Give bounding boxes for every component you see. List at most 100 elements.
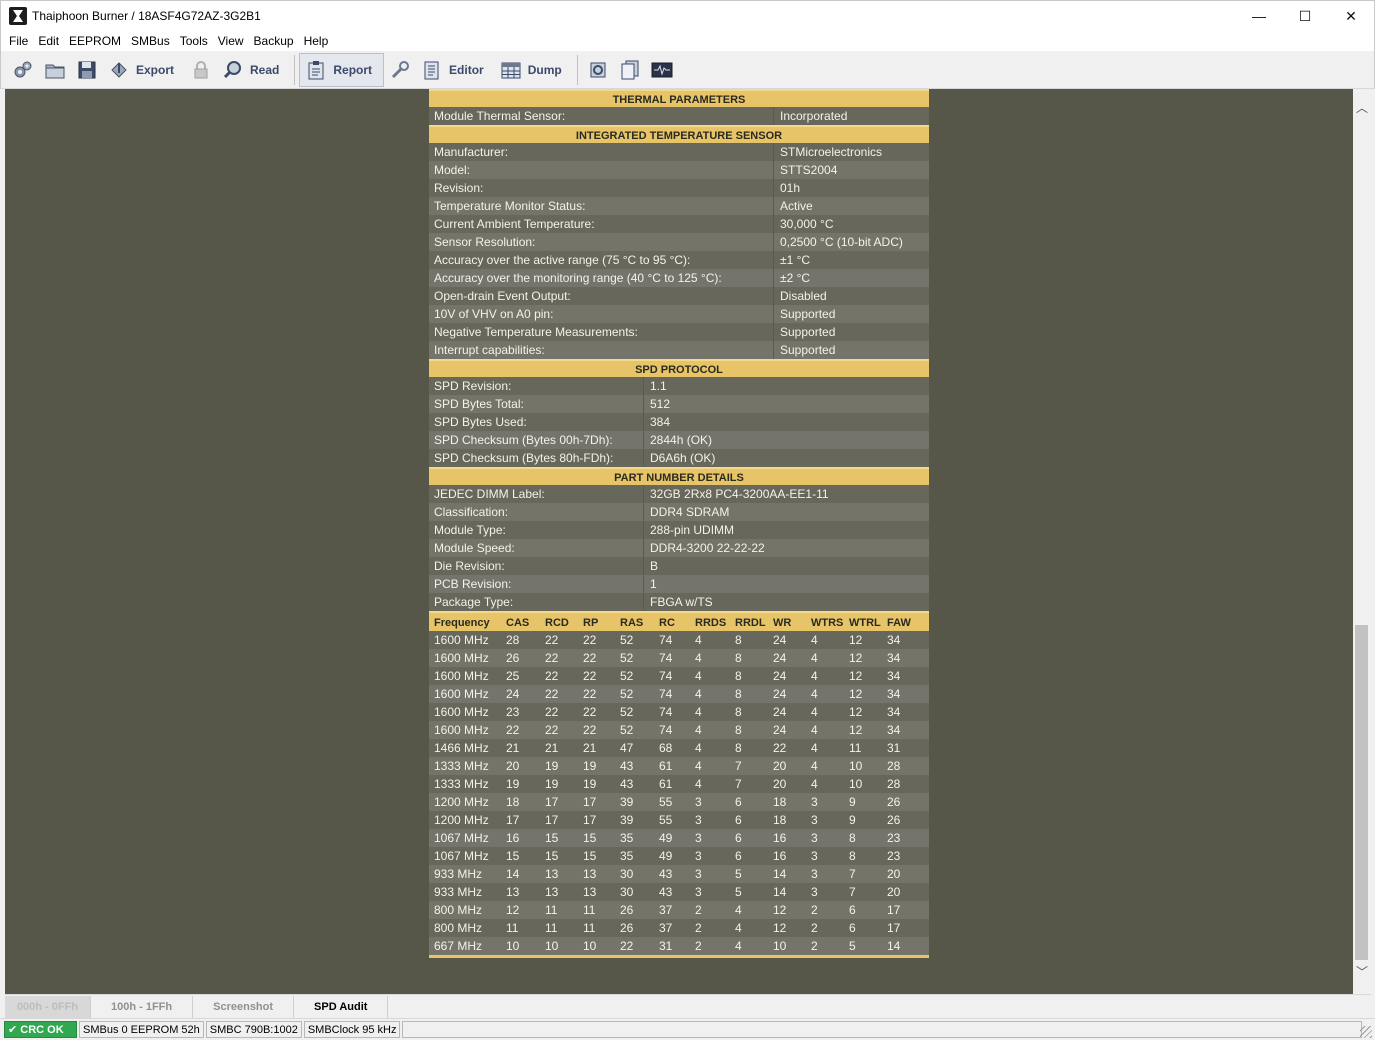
timings-cell: 35: [620, 849, 634, 863]
export-icon: [111, 61, 127, 78]
timings-cell: 15: [545, 849, 559, 863]
scrollbar-thumb[interactable]: [1355, 625, 1368, 960]
timings-cell: 74: [659, 723, 673, 737]
timings-cell: 18: [773, 813, 787, 827]
export-label: Export: [136, 62, 175, 77]
timings-column-header: WTRS: [811, 617, 844, 629]
timings-cell: 68: [659, 741, 673, 755]
app-icon: [9, 7, 27, 25]
tab-100h-1ffh[interactable]: 100h - 1FFh: [91, 995, 194, 1018]
row-key: Interrupt capabilities:: [429, 341, 774, 359]
timings-cell: 17: [545, 795, 559, 809]
row-key: Temperature Monitor Status:: [429, 197, 774, 215]
chip-info-button[interactable]: [582, 54, 614, 86]
timings-cell: 7: [849, 867, 856, 881]
timings-cell: 4: [735, 903, 742, 917]
editor-label: Editor: [449, 62, 484, 77]
menu-help[interactable]: Help: [299, 31, 334, 51]
save-disk-icon: [78, 61, 96, 78]
timings-cell: 17: [583, 813, 597, 827]
timings-row: 1200 MHz 17 17 17 39 55 3 6 18 3 9 26: [429, 811, 929, 829]
timings-cell: 22: [545, 723, 559, 737]
maximize-button[interactable]: ☐: [1282, 1, 1328, 32]
timings-cell: 1600 MHz: [434, 669, 489, 683]
tab-screenshot[interactable]: Screenshot: [193, 995, 295, 1018]
menu-edit[interactable]: Edit: [33, 31, 64, 51]
timings-cell: 20: [506, 759, 520, 773]
timings-cell: 12: [849, 633, 863, 647]
timings-row: 1067 MHz 15 15 15 35 49 3 6 16 3 8 23: [429, 847, 929, 865]
report-button[interactable]: Report: [299, 52, 385, 87]
settings-button[interactable]: [7, 54, 39, 86]
row-key: Current Ambient Temperature:: [429, 215, 774, 233]
scroll-down-arrow-icon[interactable]: ﹀: [1356, 966, 1368, 978]
timings-cell: 6: [849, 903, 856, 917]
report-row: Accuracy over the monitoring range (40 °…: [429, 269, 929, 287]
row-value: 288-pin UDIMM: [650, 523, 735, 537]
read-button[interactable]: Read: [217, 54, 290, 86]
menu-eeprom[interactable]: EEPROM: [64, 31, 126, 51]
tab-000h-0ffh[interactable]: 000h - 0FFh: [5, 995, 91, 1018]
timings-cell: 10: [583, 939, 597, 953]
export-button[interactable]: Export: [103, 54, 185, 86]
timings-column-header: RCD: [545, 617, 569, 629]
tab-spd-audit[interactable]: SPD Audit: [294, 995, 389, 1018]
report-viewport[interactable]: THERMAL PARAMETERS Module Thermal Sensor:…: [5, 89, 1353, 994]
window-title: Thaiphoon Burner / 18ASF4G72AZ-3G2B1: [32, 9, 261, 23]
timings-cell: 1600 MHz: [434, 633, 489, 647]
report-row: Current Ambient Temperature: 30,000 °C: [429, 215, 929, 233]
toolbar: Export Read Report Editor Dump: [0, 51, 1375, 89]
menu-backup[interactable]: Backup: [249, 31, 299, 51]
documents-button[interactable]: [614, 54, 646, 86]
timings-cell: 13: [545, 885, 559, 899]
timings-cell: 37: [659, 903, 673, 917]
timings-cell: 14: [506, 867, 520, 881]
timings-row: 1466 MHz 21 21 21 47 68 4 8 22 4 11 31: [429, 739, 929, 757]
timings-cell: 22: [620, 939, 634, 953]
waveform-icon: [651, 62, 673, 77]
menu-smbus[interactable]: SMBus: [126, 31, 175, 51]
timings-cell: 4: [735, 921, 742, 935]
report-row: SPD Bytes Used: 384: [429, 413, 929, 431]
timings-cell: 74: [659, 651, 673, 665]
timings-cell: 21: [583, 741, 597, 755]
close-button[interactable]: ✕: [1328, 1, 1374, 32]
report-row: Module Thermal Sensor: Incorporated: [429, 107, 929, 125]
timings-cell: 12: [849, 723, 863, 737]
timings-cell: 6: [735, 849, 742, 863]
scroll-up-arrow-icon[interactable]: ︿: [1356, 102, 1368, 114]
dump-button[interactable]: Dump: [495, 54, 573, 86]
minimize-button[interactable]: —: [1236, 1, 1282, 32]
clipboard-icon: [308, 60, 324, 79]
timings-cell: 12: [773, 921, 787, 935]
save-button[interactable]: [71, 54, 103, 86]
timings-cell: 23: [887, 831, 901, 845]
row-value: Active: [780, 199, 813, 213]
timings-cell: 16: [773, 831, 787, 845]
menu-view[interactable]: View: [213, 31, 249, 51]
timings-cell: 17: [545, 813, 559, 827]
timings-cell: 13: [545, 867, 559, 881]
open-button[interactable]: [39, 54, 71, 86]
waveform-button[interactable]: [646, 54, 678, 86]
timings-cell: 14: [773, 867, 787, 881]
timings-cell: 1600 MHz: [434, 705, 489, 719]
menu-tools[interactable]: Tools: [175, 31, 213, 51]
timings-cell: 19: [506, 777, 520, 791]
tools-button[interactable]: [384, 54, 416, 86]
lock-button[interactable]: [185, 54, 217, 86]
editor-button[interactable]: Editor: [416, 54, 495, 86]
row-value: 1.1: [650, 379, 667, 393]
title-bar: Thaiphoon Burner / 18ASF4G72AZ-3G2B1 — ☐…: [0, 0, 1375, 31]
menu-file[interactable]: File: [4, 31, 33, 51]
resize-grip-icon[interactable]: [1360, 1026, 1372, 1038]
toolbar-separator: [576, 54, 578, 85]
row-value: 2844h (OK): [650, 433, 713, 447]
row-key: Module Type:: [429, 521, 644, 539]
timings-cell: 2: [811, 903, 818, 917]
timings-column-header: WR: [773, 617, 792, 629]
timings-cell: 6: [735, 813, 742, 827]
timings-cell: 26: [887, 813, 901, 827]
row-value: 384: [650, 415, 671, 429]
vertical-scrollbar[interactable]: ︿ ﹀: [1353, 89, 1370, 994]
